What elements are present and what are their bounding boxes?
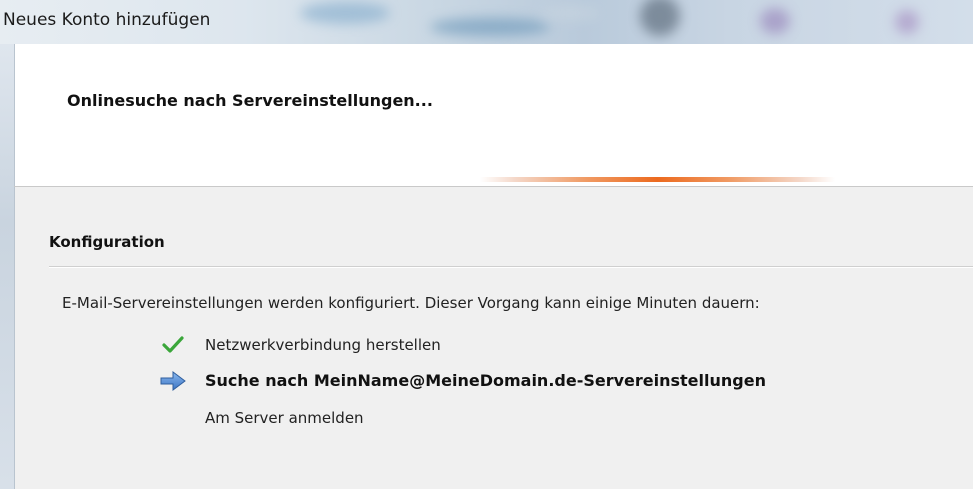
section-divider bbox=[49, 266, 973, 268]
titlebar-background-blur bbox=[640, 0, 680, 36]
step-item-search: Suche nach MeinName@MeineDomain.de-Serve… bbox=[15, 370, 915, 394]
header-title: Onlinesuche nach Servereinstellungen... bbox=[67, 91, 433, 110]
arrow-right-icon bbox=[160, 371, 186, 391]
wizard-body: Konfiguration E-Mail-Servereinstellungen… bbox=[14, 187, 973, 489]
titlebar-background-blur bbox=[430, 18, 550, 36]
marquee-progress-bar bbox=[480, 177, 835, 182]
window-frame-left bbox=[0, 44, 14, 489]
titlebar-background-blur bbox=[760, 8, 790, 34]
step-item-login: Am Server anmelden bbox=[15, 407, 915, 431]
check-icon bbox=[162, 336, 184, 353]
step-item-network: Netzwerkverbindung herstellen bbox=[15, 334, 915, 358]
titlebar-background-blur bbox=[895, 10, 919, 34]
titlebar-background-blur bbox=[540, 6, 600, 20]
step-label: Suche nach MeinName@MeineDomain.de-Serve… bbox=[205, 371, 766, 390]
window-title: Neues Konto hinzufügen bbox=[3, 10, 211, 30]
section-title: Konfiguration bbox=[49, 233, 165, 251]
titlebar-background-blur bbox=[300, 2, 390, 24]
title-bar[interactable]: Neues Konto hinzufügen bbox=[0, 0, 973, 45]
step-label: Netzwerkverbindung herstellen bbox=[205, 336, 441, 354]
wizard-header: Onlinesuche nach Servereinstellungen... bbox=[14, 44, 973, 186]
step-label: Am Server anmelden bbox=[205, 409, 364, 427]
section-description: E-Mail-Servereinstellungen werden konfig… bbox=[62, 294, 760, 312]
